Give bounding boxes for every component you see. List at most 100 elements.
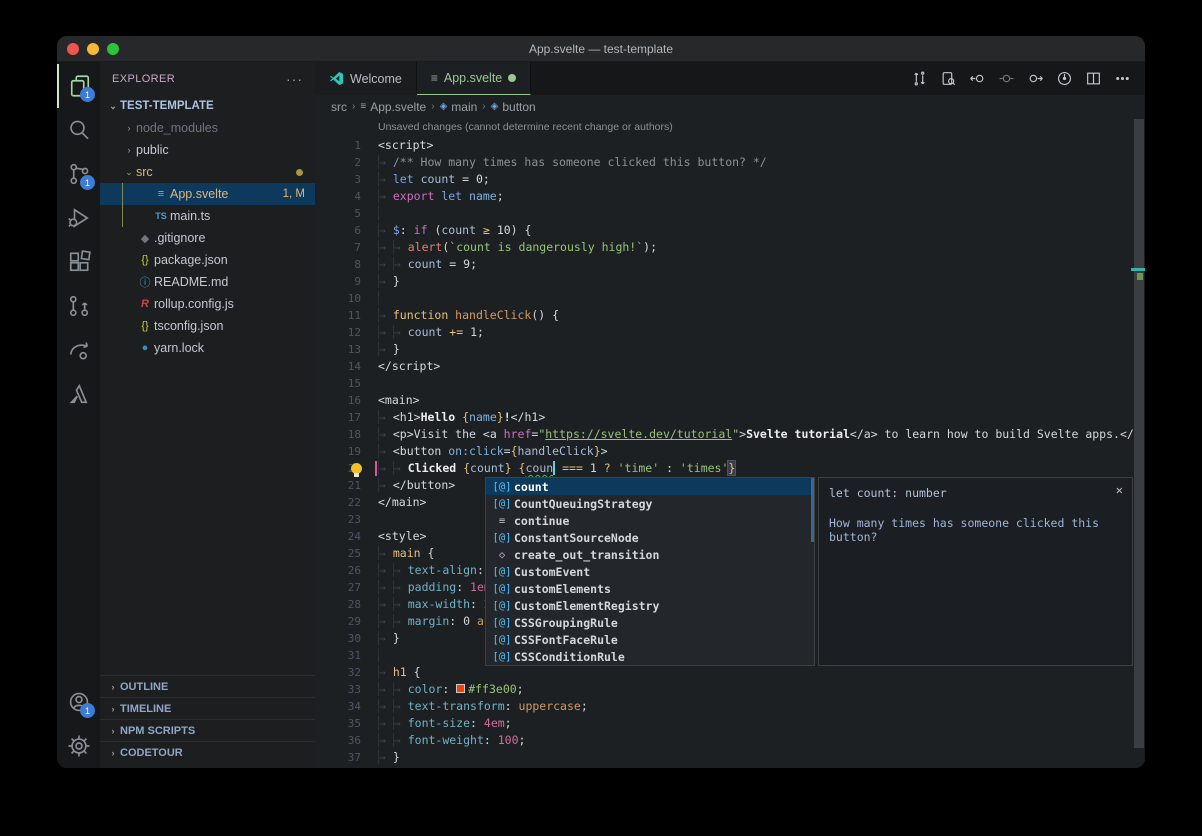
section-timeline[interactable]: ›TIMELINE xyxy=(100,697,315,719)
chevron-icon: ⌄ xyxy=(122,167,136,178)
close-icon[interactable]: ✕ xyxy=(1116,483,1123,497)
section-npm-scripts[interactable]: ›NPM SCRIPTS xyxy=(100,719,315,741)
split-editor-icon[interactable] xyxy=(1082,68,1104,90)
tree-item-yarn-lock[interactable]: ●yarn.lock xyxy=(100,337,315,359)
suggestion-countqueuingstrategy[interactable]: [@]CountQueuingStrategy xyxy=(486,495,814,512)
tree-item-public[interactable]: ›public xyxy=(100,139,315,161)
code-line-37[interactable]: 37→ } xyxy=(315,749,1145,766)
code-line-33[interactable]: 33→ → color: #ff3e00; xyxy=(315,681,1145,698)
close-button[interactable] xyxy=(67,43,79,55)
suggestion-continue[interactable]: ≡continue xyxy=(486,512,814,529)
code-line-32[interactable]: 32→ h1 { xyxy=(315,664,1145,681)
code-line-12[interactable]: 12→ → count += 1; xyxy=(315,324,1145,341)
section-outline[interactable]: ›OUTLINE xyxy=(100,675,315,697)
suggestion-customelements[interactable]: [@]customElements xyxy=(486,580,814,597)
code-editor[interactable]: Unsaved changes (cannot determine recent… xyxy=(315,118,1145,768)
code-line-14[interactable]: 14</script> xyxy=(315,358,1145,375)
code-line-9[interactable]: 9→ } xyxy=(315,273,1145,290)
explorer-more-actions-icon[interactable]: ··· xyxy=(286,71,303,87)
account-icon[interactable]: 1 xyxy=(57,680,100,724)
code-line-36[interactable]: 36→ → font-weight: 100; xyxy=(315,732,1145,749)
start-codetour-icon[interactable] xyxy=(1053,68,1075,90)
code-line-35[interactable]: 35→ → font-size: 4em; xyxy=(315,715,1145,732)
breadcrumb-item-button[interactable]: ◈button xyxy=(491,100,536,114)
zoom-button[interactable] xyxy=(107,43,119,55)
code-line-17[interactable]: 17→ <h1>Hello {name}!</h1> xyxy=(315,409,1145,426)
code-line-5[interactable]: 5 xyxy=(315,205,1145,222)
suggestion-create_out_transition[interactable]: ◇create_out_transition xyxy=(486,546,814,563)
code-line-11[interactable]: 11→ function handleClick() { xyxy=(315,307,1145,324)
suggestion-customelementregistry[interactable]: [@]CustomElementRegistry xyxy=(486,597,814,614)
explorer-icon[interactable]: 1 xyxy=(57,64,100,108)
tree-root[interactable]: ⌄TEST-TEMPLATE xyxy=(100,95,315,117)
tree-item--gitignore[interactable]: ◆.gitignore xyxy=(100,227,315,249)
code-line-1[interactable]: 1<script> xyxy=(315,137,1145,154)
indent-whitespace: → xyxy=(393,257,408,271)
tree-item-tsconfig-json[interactable]: {}tsconfig.json xyxy=(100,315,315,337)
code-line-16[interactable]: 16<main> xyxy=(315,392,1145,409)
suggestion-count[interactable]: [@]count xyxy=(486,478,814,495)
more-actions-icon[interactable] xyxy=(1111,68,1133,90)
code-line-6[interactable]: 6→ $: if (count ≥ 10) { xyxy=(315,222,1145,239)
token: /** How many times has someone clicked t… xyxy=(393,155,767,169)
token: > xyxy=(601,444,608,458)
token: <a xyxy=(483,427,504,441)
code-line-13[interactable]: 13→ } xyxy=(315,341,1145,358)
modified-dot-icon xyxy=(296,169,303,176)
code-line-2[interactable]: 2→ /** How many times has someone clicke… xyxy=(315,154,1145,171)
suggestion-constantsourcenode[interactable]: [@]ConstantSourceNode xyxy=(486,529,814,546)
tree-item-readme-md[interactable]: ⓘREADME.md xyxy=(100,271,315,293)
lightbulb-icon[interactable] xyxy=(351,463,362,474)
token: ); xyxy=(643,240,657,254)
tree-item-main-ts[interactable]: TSmain.ts xyxy=(100,205,315,227)
extensions-icon[interactable] xyxy=(57,240,100,284)
section-label: NPM SCRIPTS xyxy=(120,725,195,737)
code-line-18[interactable]: 18→ <p>Visit the <a href="https://svelte… xyxy=(315,426,1145,443)
suggestion-cssconditionrule[interactable]: [@]CSSConditionRule xyxy=(486,648,814,665)
suggest-scrollbar[interactable] xyxy=(811,478,814,542)
code-line-4[interactable]: 4→ export let name; xyxy=(315,188,1145,205)
suggestion-cssgroupingrule[interactable]: [@]CSSGroupingRule xyxy=(486,614,814,631)
code-line-3[interactable]: 3→ let count = 0; xyxy=(315,171,1145,188)
search-icon[interactable] xyxy=(57,108,100,152)
toggle-changes-icon[interactable] xyxy=(908,68,930,90)
tree-item-node-modules[interactable]: ›node_modules xyxy=(100,117,315,139)
tab-app-svelte[interactable]: ≡ App.svelte xyxy=(417,62,531,95)
tree-item-rollup-config-js[interactable]: Rrollup.config.js xyxy=(100,293,315,315)
breadcrumb-item-app-svelte[interactable]: ≡App.svelte xyxy=(360,100,426,114)
tab-welcome[interactable]: Welcome xyxy=(315,62,417,95)
tree-item-package-json[interactable]: {}package.json xyxy=(100,249,315,271)
breadcrumb-item-src[interactable]: src xyxy=(331,100,347,114)
tree-item-src[interactable]: ⌄src xyxy=(100,161,315,183)
line-content: → let count = 0; xyxy=(378,171,490,188)
suggestion-cssfontfacerule[interactable]: [@]CSSFontFaceRule xyxy=(486,631,814,648)
settings-gear-icon[interactable] xyxy=(57,724,100,768)
next-change-icon[interactable] xyxy=(1024,68,1046,90)
suggestion-label: create_out_transition xyxy=(514,548,659,562)
token: color xyxy=(408,682,443,696)
code-line-20[interactable]: 20→ → Clicked {count} {coun === 1 ? 'tim… xyxy=(315,460,1145,477)
previous-change-icon[interactable] xyxy=(966,68,988,90)
open-preview-icon[interactable] xyxy=(937,68,959,90)
live-share-icon[interactable] xyxy=(57,328,100,372)
code-line-15[interactable]: 15 xyxy=(315,375,1145,392)
source-control-icon[interactable]: 1 xyxy=(57,152,100,196)
vertical-scrollbar[interactable] xyxy=(1133,118,1145,768)
token: ; xyxy=(483,172,490,186)
token: let xyxy=(441,189,469,203)
run-debug-icon[interactable] xyxy=(57,196,100,240)
pull-request-icon[interactable] xyxy=(57,284,100,328)
code-line-8[interactable]: 8→ → count = 9; xyxy=(315,256,1145,273)
suggestion-customevent[interactable]: [@]CustomEvent xyxy=(486,563,814,580)
minimize-button[interactable] xyxy=(87,43,99,55)
code-line-10[interactable]: 10 xyxy=(315,290,1145,307)
code-line-34[interactable]: 34→ → text-transform: uppercase; xyxy=(315,698,1145,715)
section-codetour[interactable]: ›CODETOUR xyxy=(100,741,315,763)
code-line-19[interactable]: 19→ <button on:click={handleClick}> xyxy=(315,443,1145,460)
breadcrumb-item-main[interactable]: ◈main xyxy=(440,100,478,114)
gutter-indicator-icon[interactable] xyxy=(995,68,1017,90)
azure-icon[interactable] xyxy=(57,372,100,416)
token: ≥ xyxy=(483,223,490,237)
tree-item-app-svelte[interactable]: ≡App.svelte1, M xyxy=(100,183,315,205)
code-line-7[interactable]: 7→ → alert(`count is dangerously high!`)… xyxy=(315,239,1145,256)
